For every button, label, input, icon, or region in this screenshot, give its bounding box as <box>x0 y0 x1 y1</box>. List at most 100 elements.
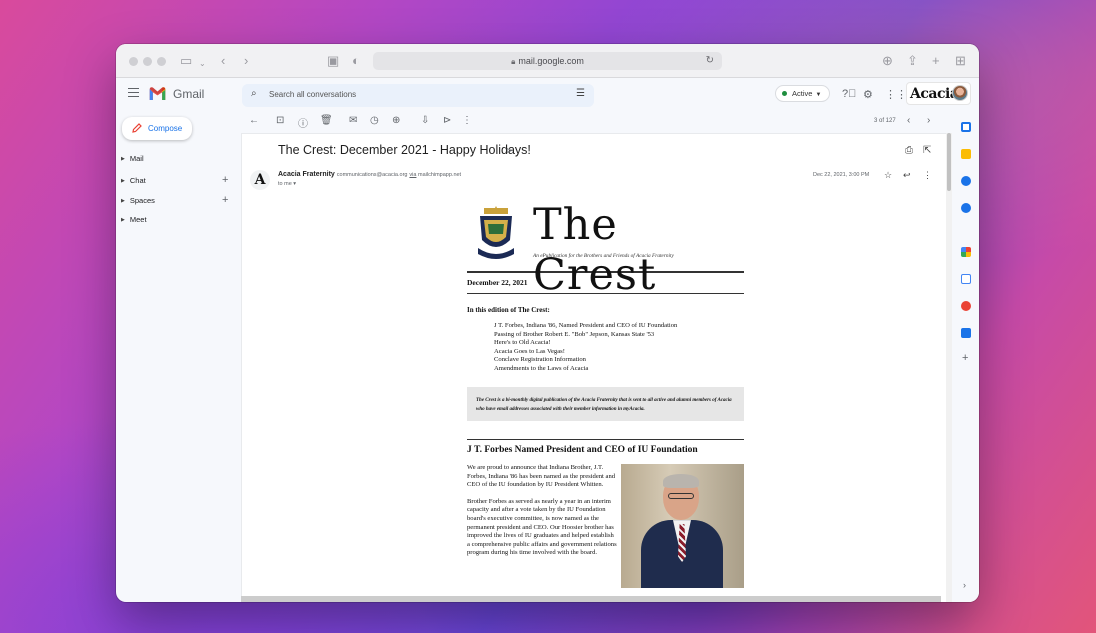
gmail-header: Gmail ⌕ Search all conversations ☰ Activ… <box>116 78 979 112</box>
edition-item[interactable]: Passing of Brother Robert E. "Bob" Jepso… <box>494 331 744 340</box>
calendar-icon[interactable] <box>961 122 971 132</box>
recipient-dropdown[interactable]: to me ▾ <box>278 181 296 187</box>
nav-label: Mail <box>129 154 144 163</box>
star-icon[interactable]: ☆ <box>884 170 892 181</box>
important-marker-icon[interactable]: ⊳ <box>506 146 513 155</box>
minimize-window-button[interactable] <box>143 57 152 66</box>
expand-arrow-icon: ▶ <box>121 198 125 204</box>
meet-addon-icon[interactable] <box>961 328 971 338</box>
apps-grid-icon[interactable]: ⋮⋮ <box>885 88 907 101</box>
url-text: mail.google.com <box>518 56 584 66</box>
edition-item[interactable]: Amendments to the Laws of Acacia <box>494 365 744 374</box>
extension-icon[interactable]: ▣ <box>327 53 339 69</box>
label-icon[interactable]: ⊳ <box>443 115 451 126</box>
help-icon[interactable]: ?⃝ <box>842 88 856 100</box>
compose-label: Compose <box>148 124 183 133</box>
back-icon[interactable]: ‹ <box>221 53 225 69</box>
scrollbar-thumb[interactable] <box>947 133 951 191</box>
get-addons-plus-icon[interactable]: + <box>962 352 968 364</box>
main-menu-icon[interactable] <box>128 88 139 97</box>
more-vert-icon[interactable]: ⋮ <box>923 170 932 181</box>
new-space-plus-icon[interactable]: + <box>222 194 228 206</box>
privacy-shield-icon[interactable]: ◐ <box>352 53 360 69</box>
archive-icon[interactable]: ⊡ <box>276 115 284 126</box>
chevron-down-icon[interactable]: ⌄ <box>199 56 206 72</box>
back-arrow-icon[interactable]: ← <box>249 115 259 126</box>
sender-name[interactable]: Acacia Fraternity <box>278 171 335 178</box>
keep-icon[interactable] <box>961 149 971 159</box>
side-panel: + › <box>952 112 979 602</box>
newsletter-masthead: The Crest <box>533 200 657 300</box>
asana-addon-icon[interactable] <box>961 301 971 311</box>
share-icon[interactable]: ⇪ <box>907 53 918 69</box>
browser-window: ▭ ⌄ ‹ › ▣ ◐ 🔒︎ mail.google.com ↻ ⊕ ⇪ + ⊞ … <box>116 44 979 602</box>
edition-heading: In this edition of The Crest: <box>467 306 550 314</box>
mark-unread-icon[interactable]: ✉ <box>349 115 357 126</box>
forward-icon[interactable]: › <box>244 53 248 69</box>
nav-item-meet[interactable]: ▶ Meet <box>121 215 147 224</box>
settings-gear-icon[interactable]: ⚙ <box>863 88 873 101</box>
search-input[interactable]: Search all conversations <box>269 90 356 99</box>
message-subject: The Crest: December 2021 - Happy Holiday… <box>278 143 531 157</box>
expand-arrow-icon: ▶ <box>121 156 125 162</box>
reload-icon[interactable]: ↻ <box>706 52 714 70</box>
publication-notice: The Crest is a bi-monthly digital public… <box>467 386 744 421</box>
snooze-icon[interactable]: ◷ <box>370 115 379 126</box>
nav-item-chat[interactable]: ▶ Chat <box>121 176 146 185</box>
add-task-icon[interactable]: ⊕ <box>392 115 400 126</box>
delete-icon[interactable]: 🗑︎ <box>320 115 333 126</box>
sender-avatar[interactable]: A <box>250 170 270 190</box>
print-icon[interactable]: ⎙ <box>905 145 913 156</box>
sidebar-toggle-icon[interactable]: ▭ <box>180 53 192 69</box>
contacts-icon[interactable] <box>961 203 971 213</box>
nav-item-spaces[interactable]: ▶ Spaces <box>121 196 155 205</box>
status-dropdown[interactable]: Active ▼ <box>775 85 830 102</box>
address-bar[interactable]: 🔒︎ mail.google.com ↻ <box>373 52 722 70</box>
horizontal-scrollbar[interactable] <box>241 596 941 602</box>
via-domain: mailchimpapp.net <box>417 172 462 178</box>
expand-arrow-icon: ▶ <box>121 217 125 223</box>
download-icon[interactable]: ⊕ <box>882 53 893 69</box>
forbes-portrait-photo <box>621 464 744 589</box>
more-options-icon[interactable]: ⋮ <box>462 115 472 126</box>
new-chat-plus-icon[interactable]: + <box>222 174 228 186</box>
open-new-window-icon[interactable]: ⇱ <box>923 145 931 156</box>
tab-overview-icon[interactable]: ⊞ <box>955 53 966 69</box>
search-icon[interactable]: ⌕ <box>251 88 257 99</box>
via-label: via mailchimpapp.net <box>409 172 461 178</box>
account-avatar[interactable] <box>952 85 968 101</box>
older-chevron-icon[interactable]: › <box>927 115 930 126</box>
via-word[interactable]: via <box>409 172 416 178</box>
pagination-count: 3 of 127 <box>874 118 896 124</box>
message-date: Dec 22, 2021, 3:00 PM <box>813 172 870 178</box>
newer-chevron-icon[interactable]: ‹ <box>907 115 910 126</box>
expand-panel-chevron-icon[interactable]: › <box>963 580 966 590</box>
lock-icon: 🔒︎ <box>511 57 516 66</box>
acacia-crest-emblem <box>478 206 514 259</box>
search-options-icon[interactable]: ☰ <box>576 88 585 99</box>
move-to-icon[interactable]: ⇩ <box>421 115 429 126</box>
tasks-icon[interactable] <box>961 176 971 186</box>
close-window-button[interactable] <box>129 57 138 66</box>
nav-label: Spaces <box>129 196 155 205</box>
slack-addon-icon[interactable] <box>961 247 971 257</box>
edition-item[interactable]: Here's to Old Acacia! <box>494 339 744 348</box>
nav-item-mail[interactable]: ▶ Mail <box>121 154 144 163</box>
chevron-down-icon: ▼ <box>815 92 822 98</box>
newsletter-tagline: An ePublication for the Brothers and Fri… <box>533 253 674 259</box>
compose-button[interactable]: Compose <box>122 117 192 140</box>
status-label: Active <box>792 89 813 98</box>
edition-item[interactable]: J T. Forbes, Indiana '86, Named Presiden… <box>494 322 744 331</box>
edition-item[interactable]: Acacia Goes to Las Vegas! <box>494 348 744 357</box>
reply-icon[interactable]: ↩ <box>903 170 911 181</box>
nav-label: Chat <box>129 176 146 185</box>
sender-line: Acacia Fraternity communications@acacia.… <box>278 171 461 178</box>
new-tab-icon[interactable]: + <box>932 53 940 69</box>
zoom-addon-icon[interactable] <box>961 274 971 284</box>
edition-item[interactable]: Conclave Registration Information <box>494 356 744 365</box>
zoom-window-button[interactable] <box>157 57 166 66</box>
gmail-logo-icon[interactable] <box>148 86 167 100</box>
report-spam-icon[interactable]: ⓘ <box>298 115 308 130</box>
nav-label: Meet <box>129 215 147 224</box>
search-bar[interactable]: ⌕ Search all conversations ☰ <box>242 84 594 107</box>
